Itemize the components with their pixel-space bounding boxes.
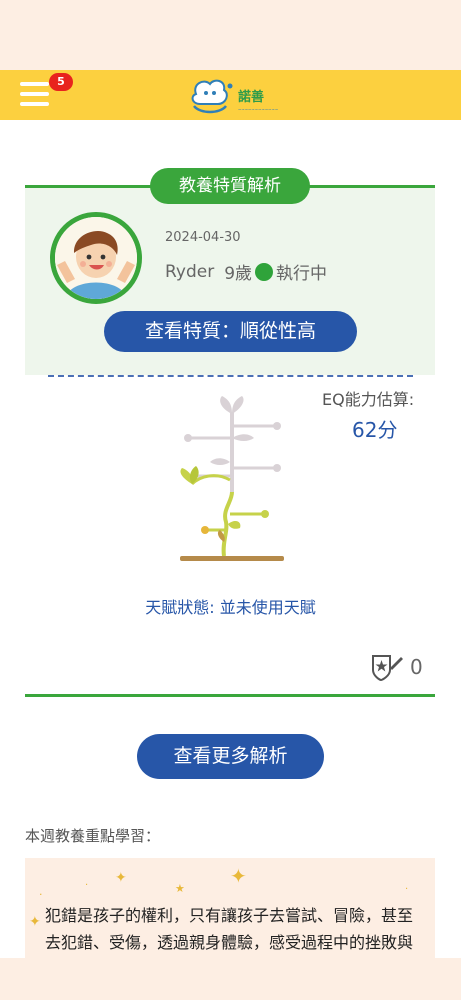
achievement-star-icon	[372, 655, 403, 682]
weekly-learning-heading: 本週教養重點學習：	[25, 827, 161, 845]
avatar[interactable]	[50, 212, 142, 304]
sparkle-decoration: ·	[405, 884, 409, 895]
eq-value: 62分	[352, 418, 398, 442]
child-profile-line: Ryder 9歲 執行中	[165, 259, 328, 285]
section-divider	[25, 694, 435, 697]
child-age: 9歲	[224, 264, 253, 284]
sparkle-decoration: ✦	[115, 870, 127, 886]
child-avatar-icon	[55, 217, 137, 299]
growth-tree-icon	[180, 396, 284, 561]
bottom-overlay	[0, 958, 461, 1000]
app-logo[interactable]: 諾善 ~~~~~~~~~~~~	[186, 74, 286, 118]
sparkle-decoration: ✦	[29, 914, 41, 930]
status-bar-area	[0, 0, 461, 70]
eq-label: EQ能力估算:	[322, 390, 415, 409]
hamburger-menu-icon	[20, 82, 49, 86]
achievement-counter[interactable]: 0	[370, 652, 423, 682]
menu-button[interactable]	[20, 81, 50, 107]
logo-icon: 諾善 ~~~~~~~~~~~~	[191, 79, 278, 114]
hamburger-menu-icon-bar	[20, 92, 49, 96]
sparkle-decoration: ★	[175, 882, 185, 895]
view-more-analysis-button[interactable]: 查看更多解析	[137, 734, 324, 779]
child-name: Ryder	[165, 261, 215, 282]
talent-status: 天賦狀態: 並未使用天賦	[145, 598, 316, 617]
logo-text: 諾善	[238, 89, 264, 105]
status-dot	[255, 262, 274, 281]
card-title: 教養特質解析	[150, 168, 310, 204]
sparkle-decoration: ✦	[230, 864, 247, 888]
view-trait-button[interactable]: 查看特質：順從性高	[104, 311, 357, 352]
dashed-divider	[48, 375, 413, 377]
sparkle-decoration: ·	[85, 880, 89, 891]
achievement-count: 0	[410, 655, 423, 679]
hamburger-menu-icon-bar	[20, 102, 49, 106]
record-date: 2024-04-30	[165, 230, 241, 245]
execution-status: 執行中	[276, 264, 328, 284]
sparkle-decoration: ·	[39, 888, 43, 901]
svg-text:~~~~~~~~~~~~: ~~~~~~~~~~~~	[238, 107, 278, 112]
app-header: 5 諾善 ~~~~~~~~~~~~	[0, 70, 461, 120]
notification-badge: 5	[49, 73, 73, 91]
